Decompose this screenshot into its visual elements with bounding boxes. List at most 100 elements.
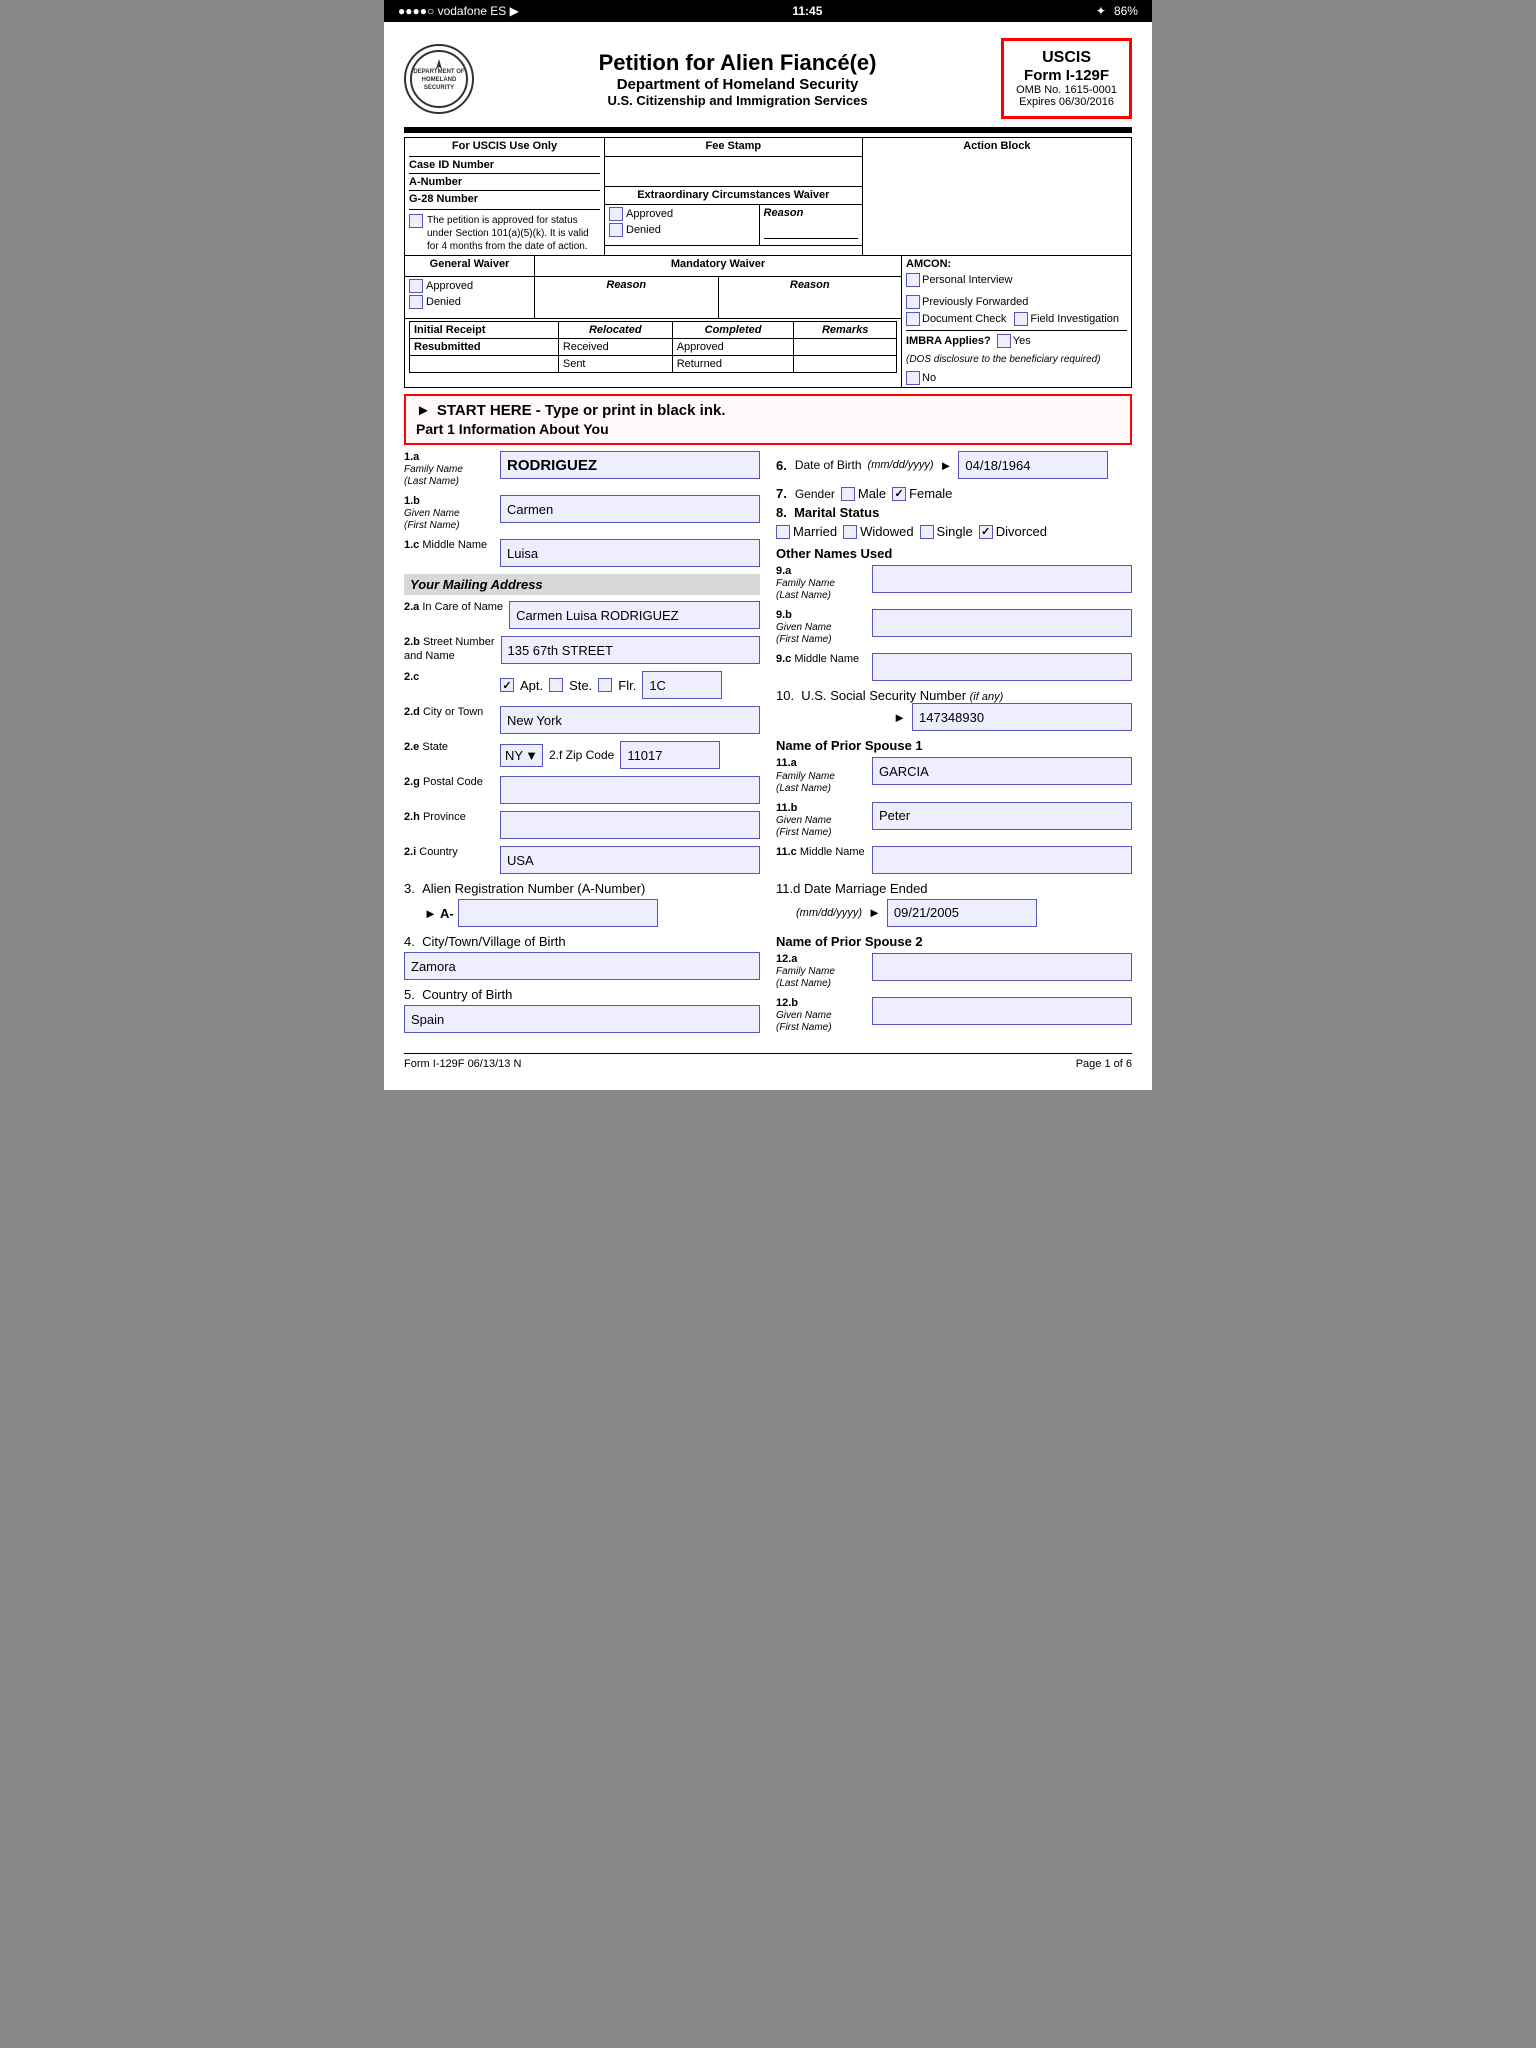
female-checkbox[interactable] [892,487,906,501]
field-2g-label: 2.g Postal Code [404,776,494,789]
case-id-label: Case ID Number [409,156,600,171]
gen-reason-label: Reason [535,276,719,318]
field-investigation-checkbox[interactable] [1014,312,1028,326]
gen-denied-checkbox[interactable] [409,295,423,309]
field-2c-label: 2.c [404,671,494,684]
field-9b-input[interactable] [872,609,1132,637]
widowed-checkbox[interactable] [843,525,857,539]
ste-label: Ste. [569,678,592,693]
field-2g-input[interactable] [500,776,760,804]
extra-approved-checkbox[interactable] [609,207,623,221]
widowed-option[interactable]: Widowed [843,524,913,539]
married-label: Married [793,524,837,539]
svg-text:HOMELAND: HOMELAND [422,77,457,83]
field-11c-input[interactable] [872,846,1132,874]
field-1a-input[interactable] [500,451,760,479]
dob-arrow: ► [940,458,953,473]
action-block-label: Action Block [862,138,1131,256]
field-2d-input[interactable] [500,706,760,734]
female-label: Female [909,486,952,501]
form-sub2: U.S. Citizenship and Immigration Service… [474,93,1001,108]
field-11a-input[interactable] [872,757,1132,785]
field-1b-input[interactable] [500,495,760,523]
female-option[interactable]: Female [892,486,952,501]
field-11b-input[interactable] [872,802,1132,830]
a-number-label: A-Number [409,173,600,188]
male-option[interactable]: Male [841,486,886,501]
field-9b-row: 9.bGiven Name(First Name) [776,609,1132,646]
field-2c-row: 2.c Apt. Ste. Flr. [404,671,760,699]
field-11d-input[interactable] [887,899,1037,927]
field-5-input[interactable] [404,1005,760,1033]
received-label: Received [558,338,672,355]
divorced-option[interactable]: Divorced [979,524,1047,539]
field-6-row: 6. Date of Birth (mm/dd/yyyy) ► [776,451,1132,479]
initial-receipt-label: Initial Receipt [410,321,559,338]
field-12a-label: 12.aFamily Name(Last Name) [776,953,866,990]
field-6-input[interactable] [958,451,1108,479]
field-2c-input[interactable] [642,671,722,699]
form-title: Petition for Alien Fiancé(e) [474,50,1001,76]
field-2i-input[interactable] [500,846,760,874]
field-1c-input[interactable] [500,539,760,567]
field-11d-hint: (mm/dd/yyyy) [796,907,862,919]
single-option[interactable]: Single [920,524,973,539]
field-2i-row: 2.i Country [404,846,760,874]
field-3-input[interactable] [458,899,658,927]
field-5-row: 5. Country of Birth [404,987,760,1033]
field-8-row: 8. Marital Status Married Widowed Single [776,505,1132,539]
field-7-row: 7. Gender Male Female [776,486,1132,501]
married-checkbox[interactable] [776,525,790,539]
field-11c-row: 11.c Middle Name [776,846,1132,874]
prev-forwarded-checkbox[interactable] [906,295,920,309]
doc-check-checkbox[interactable] [906,312,920,326]
personal-interview-checkbox[interactable] [906,273,920,287]
field-10-input[interactable] [912,703,1132,731]
field-9a-input[interactable] [872,565,1132,593]
extra-denied-label: Denied [626,224,661,236]
field-2i-label: 2.i Country [404,846,494,859]
field-9c-input[interactable] [872,653,1132,681]
field-2a-row: 2.a In Care of Name [404,601,760,629]
field-4-input[interactable] [404,952,760,980]
field-2b-input[interactable] [501,636,761,664]
state-dropdown-arrow: ▼ [525,748,538,763]
resubmitted-label: Resubmitted [410,338,559,355]
field-2a-label: 2.a In Care of Name [404,601,503,614]
field-6-label: Date of Birth [795,458,862,472]
apt-checkbox[interactable] [500,678,514,692]
ssn-arrow: ► [893,710,906,725]
field-12a-input[interactable] [872,953,1132,981]
g28-label: G-28 Number [409,190,600,205]
field-9c-label: 9.c Middle Name [776,653,866,666]
field-2a-input[interactable] [509,601,760,629]
divorced-checkbox[interactable] [979,525,993,539]
expires-date: Expires 06/30/2016 [1016,96,1117,108]
battery-level: 86% [1114,4,1138,18]
bt-icon: ✦ [1096,4,1106,18]
single-checkbox[interactable] [920,525,934,539]
extra-denied-checkbox[interactable] [609,223,623,237]
field-2f-input[interactable] [620,741,720,769]
ste-checkbox[interactable] [549,678,563,692]
dhs-logo: DEPARTMENT OF HOMELAND SECURITY [404,44,474,114]
imbra-yes-checkbox[interactable] [997,334,1011,348]
flr-checkbox[interactable] [598,678,612,692]
imbra-no-checkbox[interactable] [906,371,920,385]
petition-approved-checkbox[interactable] [409,214,423,228]
male-checkbox[interactable] [841,487,855,501]
amcon-label: AMCON: [906,258,1127,270]
married-option[interactable]: Married [776,524,837,539]
field-12b-input[interactable] [872,997,1132,1025]
male-label: Male [858,486,886,501]
gen-approved-checkbox[interactable] [409,279,423,293]
field-2h-input[interactable] [500,811,760,839]
field-11a-label: 11.aFamily Name(Last Name) [776,757,866,794]
admin-table-2: General Waiver Mandatory Waiver AMCON: P… [404,255,1132,388]
imbra-no-label: No [922,372,936,384]
flr-label: Flr. [618,678,636,693]
fee-stamp-label: Fee Stamp [605,138,863,157]
uscis-use-label: For USCIS Use Only [409,140,600,152]
other-names-heading: Other Names Used [776,546,1132,561]
uscis-label: USCIS [1016,49,1117,67]
